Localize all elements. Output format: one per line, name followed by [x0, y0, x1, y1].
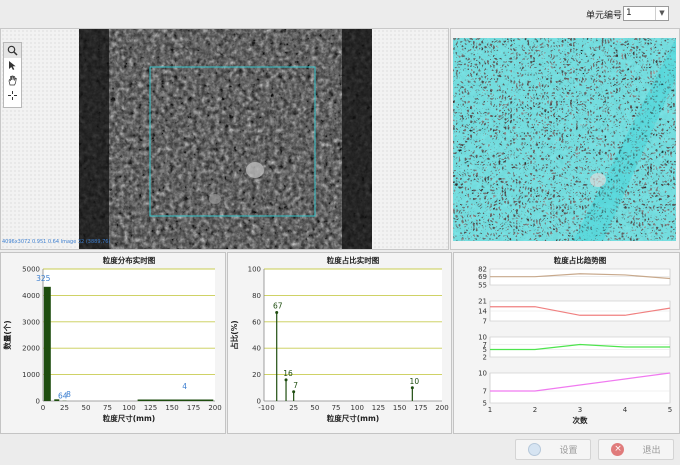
x-tick-label: 200	[208, 404, 221, 412]
x-tick-label: -10	[258, 404, 269, 412]
rock-image	[79, 29, 372, 249]
y-tick-label: 21	[478, 298, 487, 306]
settings-label: 设置	[559, 446, 578, 456]
stem-point	[410, 386, 414, 390]
y-tick-label: 7	[483, 388, 487, 396]
x-tick-label: 200	[435, 404, 448, 412]
y-tick-label: 2	[483, 354, 487, 362]
zoom-icon[interactable]	[4, 43, 21, 58]
y-tick-label: 20	[252, 371, 261, 379]
chart-title: 粒度占比趋势图	[554, 255, 607, 265]
size-ratio-panel: 粒度占比实时图 0 20 40 60 80 100 -10 0 25 50 75 100 125 150 17…	[227, 252, 452, 434]
x-tick-label: 25	[60, 404, 69, 412]
data-label: 16	[283, 369, 293, 378]
y-tick-label: 5	[483, 400, 487, 408]
ratio-trend-chart: 粒度占比趋势图826955211471075210751 2 3 4 5次数	[478, 255, 672, 425]
y-tick-label: 60	[252, 318, 261, 326]
gear-icon	[528, 443, 542, 456]
chevron-down-icon[interactable]: ▼	[655, 7, 668, 20]
x-tick-label: 25	[289, 404, 298, 412]
x-tick-label: 50	[310, 404, 319, 412]
plot-area	[43, 269, 215, 401]
status-text: 4096x3072 0.951 0.64 Image 32 (3889,76)	[2, 239, 111, 245]
data-label: 8	[66, 390, 71, 399]
viewer-toolbar	[3, 42, 22, 108]
unit-number-label: 单元编号	[586, 11, 623, 21]
x-tick-label: 0	[270, 404, 274, 412]
y-axis-label: 占比(%)	[229, 320, 239, 349]
data-label: 4	[182, 382, 187, 391]
stem-point	[275, 311, 279, 315]
y-tick-label: 40	[252, 345, 261, 353]
x-tick-label: 150	[393, 404, 406, 412]
y-tick-label: 1000	[22, 371, 40, 379]
hand-icon[interactable]	[4, 73, 21, 88]
y-tick-label: 0	[36, 398, 40, 406]
size-distribution-panel: 粒度分布实时图 0 1000 2000 3000 4000 5000 0 25 50 75 100 12…	[0, 252, 226, 434]
size-distribution-chart: 粒度分布实时图 0 1000 2000 3000 4000 5000 0 25 50 75 100 12…	[2, 255, 222, 423]
x-tick-label: 50	[82, 404, 91, 412]
segmented-image	[453, 38, 676, 241]
y-tick-label: 2000	[22, 345, 40, 353]
y-tick-label: 3000	[22, 318, 40, 326]
x-tick-label: 2	[533, 406, 537, 414]
chart-title: 粒度占比实时图	[327, 255, 380, 265]
y-tick-label: 100	[248, 266, 261, 274]
exit-label: 退出	[642, 446, 661, 456]
x-tick-label: 125	[372, 404, 385, 412]
x-tick-label: 75	[332, 404, 341, 412]
y-axis-label: 数量(个)	[2, 320, 12, 349]
y-tick-label: 14	[478, 308, 487, 316]
x-tick-label: 150	[165, 404, 178, 412]
pointer-icon[interactable]	[4, 58, 21, 73]
size-ratio-chart: 粒度占比实时图020406080100-10 0 25 50 75 100 125 150 17…	[229, 255, 449, 423]
data-label: 325	[36, 274, 51, 283]
unit-number-select[interactable]: 1 ▼	[623, 6, 669, 21]
x-tick-label: 4	[623, 406, 628, 414]
x-tick-label: 5	[668, 406, 672, 414]
data-label: 67	[273, 302, 283, 311]
x-tick-label: 3	[578, 406, 582, 414]
x-tick-label: 75	[103, 404, 112, 412]
strip-plot-area	[489, 372, 671, 404]
x-tick-label: 1	[488, 406, 492, 414]
x-axis-label: 粒度尺寸(mm)	[103, 413, 156, 423]
data-label: 10	[410, 377, 420, 386]
data-label: 7	[293, 381, 298, 390]
x-tick-label: 100	[351, 404, 364, 412]
y-tick-label: 10	[478, 370, 487, 378]
bar-tail	[137, 399, 214, 401]
stem-point	[284, 378, 288, 382]
y-tick-label: 55	[478, 282, 487, 290]
x-axis-label: 次数	[573, 415, 588, 425]
unit-number-value: 1	[626, 8, 632, 18]
exit-button[interactable]: × 退出	[598, 439, 674, 460]
x-tick-label: 0	[41, 404, 45, 412]
settings-button[interactable]: 设置	[515, 439, 591, 460]
close-icon: ×	[611, 443, 625, 456]
y-tick-label: 80	[252, 292, 261, 300]
y-tick-label: 7	[483, 318, 487, 326]
chart-title: 粒度分布实时图	[103, 255, 156, 265]
crosshair-icon[interactable]	[4, 88, 21, 103]
y-tick-label: 69	[478, 273, 487, 281]
x-tick-label: 175	[414, 404, 427, 412]
y-tick-label: 5000	[22, 266, 40, 274]
stem-point	[292, 390, 296, 394]
ratio-trend-panel: 粒度占比趋势图 82 69 55 21 14 7 10 7 5 2 10 7 5 1 2 3 4 5 次数	[453, 252, 680, 434]
x-tick-label: 175	[187, 404, 200, 412]
x-tick-label: 125	[144, 404, 157, 412]
y-tick-label: 4000	[22, 292, 40, 300]
x-axis-label: 粒度尺寸(mm)	[327, 413, 380, 423]
bar	[43, 286, 51, 401]
x-tick-label: 100	[122, 404, 135, 412]
